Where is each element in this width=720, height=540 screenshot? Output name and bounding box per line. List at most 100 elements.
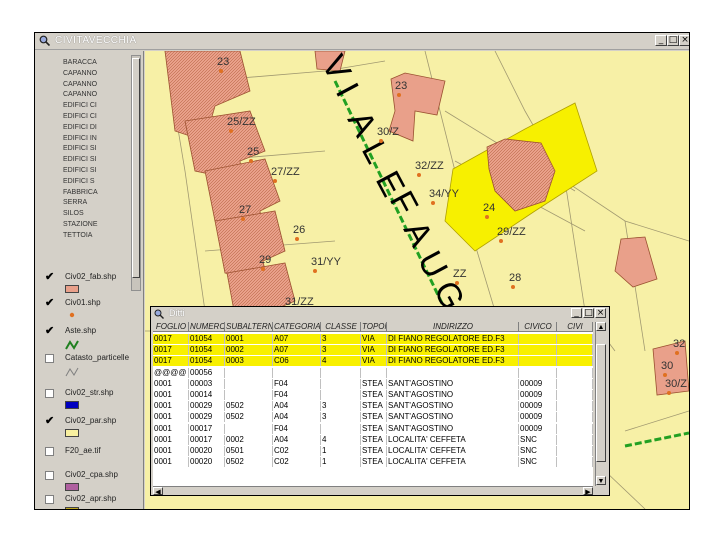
table-cell[interactable]: C06 xyxy=(273,356,321,367)
table-cell[interactable]: 0017 xyxy=(153,334,189,344)
civic-number-point[interactable] xyxy=(261,267,265,271)
civic-number-point[interactable] xyxy=(663,373,667,377)
table-cell[interactable]: A07 xyxy=(273,345,321,356)
table-maximize-button[interactable]: □ xyxy=(583,308,594,318)
table-cell[interactable]: 0001 xyxy=(153,457,189,468)
civic-number-point[interactable] xyxy=(675,351,679,355)
table-cell[interactable]: DI FIANO REGOLATORE ED.F3 xyxy=(387,334,519,344)
table-row[interactable]: 0001 00017 0002 A04 4 STEA LOCALITA' CEFFETA SN… xyxy=(153,434,593,445)
table-cell[interactable]: 00009 xyxy=(519,401,557,412)
table-cell[interactable]: 0001 xyxy=(153,378,189,389)
layer-name[interactable]: Aste.shp xyxy=(65,326,141,335)
table-row[interactable]: 0017 01054 0003 C06 4 VIA DI FIANO REGOLATORE … xyxy=(153,356,593,367)
table-row[interactable]: 0017 01054 0001 A07 3 VIA DI FIANO REGOLATORE … xyxy=(153,334,593,344)
table-cell[interactable]: SANT'AGOSTINO xyxy=(387,401,519,412)
table-cell[interactable]: 0501 xyxy=(225,446,273,456)
table-cell[interactable]: 00009 xyxy=(519,423,557,434)
table-cell[interactable]: DI FIANO REGOLATORE ED.F3 xyxy=(387,345,519,356)
minimize-button[interactable]: _ xyxy=(655,35,667,46)
layer-name[interactable]: Civ02_par.shp xyxy=(65,416,141,425)
table-cell[interactable]: 00014 xyxy=(189,390,225,400)
layer-name[interactable]: Catasto_particelle xyxy=(65,353,141,362)
table-cell[interactable]: 0001 xyxy=(225,334,273,344)
table-cell[interactable] xyxy=(519,345,557,356)
table-row[interactable]: 0001 00029 0502 A04 3 STEA SANT'AGOSTINO 00009 xyxy=(153,401,593,412)
table-cell[interactable]: SNC xyxy=(519,446,557,456)
table-cell[interactable]: 1 xyxy=(321,446,361,456)
table-cell[interactable]: @@@@ xyxy=(153,367,189,378)
layer-name[interactable]: Civ02_cpa.shp xyxy=(65,470,141,479)
table-cell[interactable] xyxy=(519,367,557,378)
table-cell[interactable]: C02 xyxy=(273,457,321,468)
table-cell[interactable]: 0001 xyxy=(153,401,189,412)
table-row[interactable]: 0001 00020 0502 C02 1 STEA LOCALITA' CEFFETA SN… xyxy=(153,457,593,468)
table-cell[interactable]: 3 xyxy=(321,412,361,423)
table-cell[interactable]: 00029 xyxy=(189,401,225,412)
table-cell[interactable]: F04 xyxy=(273,423,321,434)
table-scroll-thumb[interactable] xyxy=(596,344,606,462)
table-cell[interactable]: 0017 xyxy=(153,345,189,356)
table-cell[interactable]: A04 xyxy=(273,401,321,412)
table-cell[interactable] xyxy=(321,390,361,400)
table-cell[interactable]: F04 xyxy=(273,378,321,389)
column-header[interactable]: FOGLIO xyxy=(153,322,189,332)
table-cell[interactable]: 3 xyxy=(321,334,361,344)
civic-number-point[interactable] xyxy=(417,173,421,177)
layer-name[interactable]: F20_ae.tif xyxy=(65,446,141,455)
table-row[interactable]: 0001 00020 0501 C02 1 STEA LOCALITA' CEFFETA SN… xyxy=(153,446,593,456)
window-titlebar[interactable]: CIVITAVECCHIA _ □ × xyxy=(35,33,689,50)
column-header[interactable]: CIVICO xyxy=(519,322,557,332)
table-cell[interactable]: 00009 xyxy=(519,378,557,389)
table-cell[interactable]: 3 xyxy=(321,401,361,412)
table-cell[interactable]: A04 xyxy=(273,434,321,445)
table-cell[interactable] xyxy=(321,423,361,434)
layer-checkbox[interactable] xyxy=(45,495,54,504)
table-cell[interactable]: 4 xyxy=(321,356,361,367)
table-cell[interactable] xyxy=(519,334,557,344)
table-cell[interactable] xyxy=(225,390,273,400)
table-cell[interactable]: SNC xyxy=(519,457,557,468)
civic-number-point[interactable] xyxy=(667,391,671,395)
layer-name[interactable]: Civ02_apr.shp xyxy=(65,494,141,503)
column-header[interactable]: NUMERO xyxy=(189,322,225,332)
table-cell[interactable] xyxy=(557,457,593,468)
civic-number-point[interactable] xyxy=(313,269,317,273)
table-horizontal-scrollbar[interactable]: ◀ ▶ xyxy=(153,486,593,495)
table-cell[interactable] xyxy=(225,378,273,389)
table-cell[interactable]: 0002 xyxy=(225,345,273,356)
table-cell[interactable]: SANT'AGOSTINO xyxy=(387,390,519,400)
table-cell[interactable]: 1 xyxy=(321,457,361,468)
table-vertical-scrollbar[interactable]: ▲ ▼ xyxy=(595,322,608,486)
table-cell[interactable] xyxy=(557,345,593,356)
table-cell[interactable] xyxy=(557,423,593,434)
table-cell[interactable]: 0502 xyxy=(225,457,273,468)
table-row[interactable]: 0001 00029 0502 A04 3 STEA SANT'AGOSTINO 00009 xyxy=(153,412,593,423)
table-cell[interactable]: LOCALITA' CEFFETA xyxy=(387,446,519,456)
layer-checkbox[interactable] xyxy=(45,389,54,398)
scroll-up-arrow[interactable]: ▲ xyxy=(596,322,606,331)
table-row[interactable]: 0001 00017 F04 STEA SANT'AGOSTINO 00009 xyxy=(153,423,593,434)
table-close-button[interactable]: × xyxy=(595,308,606,318)
table-cell[interactable] xyxy=(557,390,593,400)
table-cell[interactable] xyxy=(225,367,273,378)
table-cell[interactable]: STEA xyxy=(361,390,387,400)
table-cell[interactable] xyxy=(557,434,593,445)
table-row[interactable]: 0001 00014 F04 STEA SANT'AGOSTINO 00009 xyxy=(153,390,593,400)
table-cell[interactable] xyxy=(557,412,593,423)
civic-number-point[interactable] xyxy=(229,129,233,133)
table-cell[interactable] xyxy=(225,423,273,434)
layer-name[interactable]: Civ01.shp xyxy=(65,298,141,307)
scroll-right-arrow[interactable]: ▶ xyxy=(583,487,593,495)
table-cell[interactable]: 4 xyxy=(321,434,361,445)
table-cell[interactable]: STEA xyxy=(361,434,387,445)
table-cell[interactable] xyxy=(557,401,593,412)
layer-checkbox[interactable] xyxy=(45,354,54,363)
table-cell[interactable]: VIA xyxy=(361,356,387,367)
table-cell[interactable]: 00020 xyxy=(189,457,225,468)
layer-checkbox[interactable]: ✔ xyxy=(45,298,54,309)
table-cell[interactable]: 01054 xyxy=(189,345,225,356)
table-cell[interactable] xyxy=(273,367,321,378)
table-cell[interactable]: 0001 xyxy=(153,423,189,434)
table-cell[interactable] xyxy=(321,378,361,389)
table-cell[interactable]: STEA xyxy=(361,378,387,389)
